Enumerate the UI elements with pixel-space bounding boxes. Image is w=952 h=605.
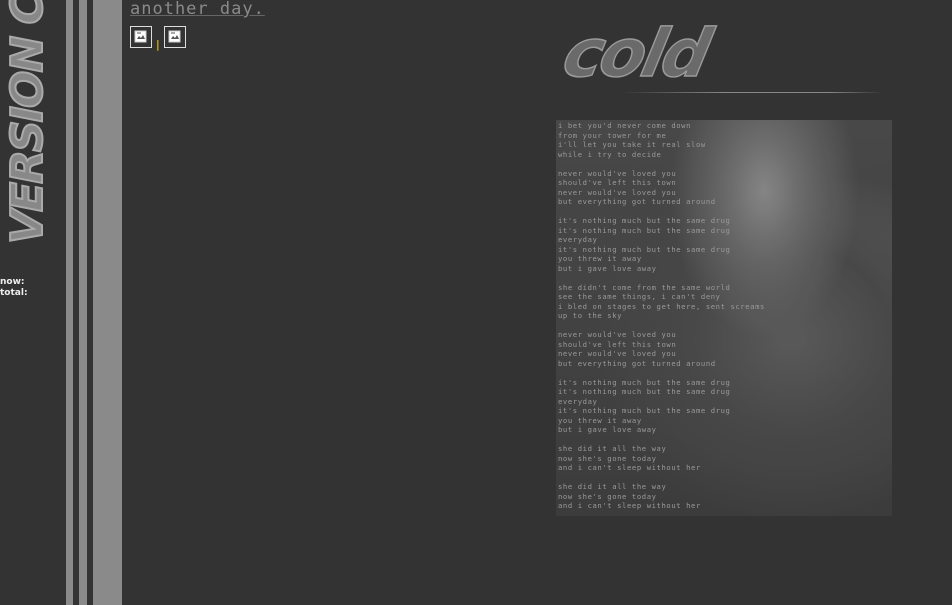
lyric-line: but everything got turned around	[558, 358, 716, 368]
lyric-line: i'll let you take it real slow	[558, 140, 706, 149]
lyric-line: from your tower for me	[558, 130, 667, 140]
lyric-line: up to the sky	[558, 311, 623, 320]
lyrics-stanza: i bet you'd never come down from your tow…	[558, 121, 798, 159]
decorative-stripe	[79, 0, 87, 605]
lyric-line: she did it all the way	[558, 482, 667, 491]
lyric-line: never would've loved you	[558, 330, 677, 339]
lyric-line: you threw it away	[558, 415, 642, 425]
stat-now-label: now:	[0, 277, 25, 287]
lyric-line: while i try to decide	[558, 149, 662, 159]
lyric-line: it's nothing much but the same drug	[558, 377, 731, 387]
lyrics-stanza: it's nothing much but the same drug it's …	[558, 378, 798, 435]
lyrics-stanza: she did it all the way now she's gone tod…	[558, 444, 798, 473]
lyric-line: and i can't sleep without her	[558, 463, 701, 472]
lyric-line: but everything got turned around	[558, 197, 716, 206]
lyric-line: now she's gone today	[558, 453, 657, 463]
lyric-line: i bet you'd never come down	[558, 121, 692, 130]
lyric-line: she did it all the way	[558, 444, 667, 453]
decorative-stripe	[66, 0, 73, 605]
lyric-line: i bled on stages to get here, sent screa…	[558, 301, 765, 311]
lyric-line: see the same things, i can't deny	[558, 292, 721, 301]
lyrics-stanza: never would've loved you should've left t…	[558, 330, 798, 368]
lyric-line: never would've loved you	[558, 187, 677, 197]
lyric-line: now she's gone today	[558, 491, 657, 501]
lyric-line: never would've loved you	[558, 168, 677, 178]
lyric-line: and i can't sleep without her	[558, 501, 701, 510]
lyric-line: it's nothing much but the same drug	[558, 225, 731, 235]
lyric-line: it's nothing much but the same drug	[558, 387, 731, 396]
lyric-line: should've left this town	[558, 339, 677, 349]
version-cold-logo: VERSION COLD	[1, 0, 54, 245]
left-sidebar: VERSION COLD now: total:	[0, 0, 66, 605]
page-title[interactable]: another day.	[130, 0, 265, 18]
link-separator: |	[156, 38, 160, 51]
lyric-line: you threw it away	[558, 254, 642, 263]
lyrics-stanza: she did it all the way now she's gone tod…	[558, 482, 798, 511]
logo-divider	[620, 92, 882, 93]
lyric-line: it's nothing much but the same drug	[558, 244, 731, 254]
broken-image-icon	[134, 30, 147, 43]
lyrics-stanza: she didn't come from the same world see t…	[558, 283, 798, 321]
lyric-line: it's nothing much but the same drug	[558, 406, 731, 415]
lyrics-stanza: never would've loved you should've left t…	[558, 169, 798, 207]
lyric-line: she didn't come from the same world	[558, 282, 731, 292]
visitor-stats: now: total:	[0, 277, 28, 299]
lyric-line: everyday	[558, 396, 598, 406]
broken-image-link-1[interactable]	[130, 26, 152, 48]
lyrics-stanza: it's nothing much but the same drug it's …	[558, 216, 798, 273]
lyric-line: but i gave love away	[558, 263, 657, 273]
broken-image-links: |	[130, 26, 186, 51]
decorative-stripe	[93, 0, 122, 605]
lyric-line: it's nothing much but the same drug	[558, 216, 731, 225]
broken-image-icon	[168, 30, 181, 43]
lyric-line: should've left this town	[558, 178, 677, 187]
lyric-line: never would've loved you	[558, 349, 677, 358]
lyric-line: but i gave love away	[558, 425, 657, 434]
cold-logo: cold	[556, 20, 720, 82]
cold-logo-text: cold	[557, 20, 720, 82]
lyric-line: everyday	[558, 235, 598, 244]
song-lyrics: i bet you'd never come down from your tow…	[558, 121, 798, 520]
stat-total-label: total:	[0, 288, 28, 298]
broken-image-link-2[interactable]	[163, 26, 186, 48]
